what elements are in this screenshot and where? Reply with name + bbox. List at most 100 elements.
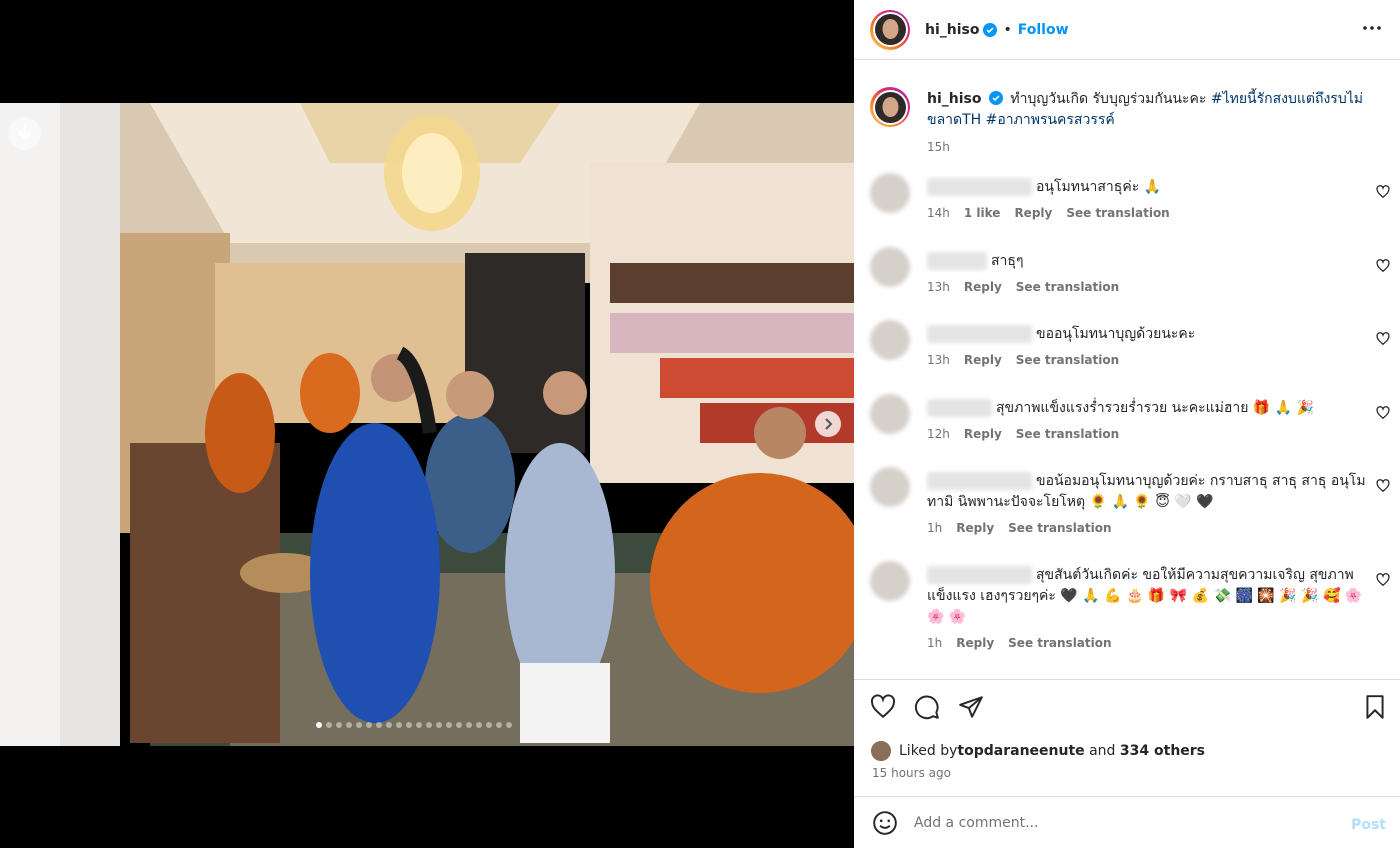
comment-body: อนุโมทนาสาธุค่ะ 🙏 14h 1 like Reply See trans…: [927, 177, 1367, 224]
comment-like-heart-icon[interactable]: [1376, 573, 1390, 587]
reply-button[interactable]: Reply: [956, 636, 994, 650]
see-translation-button[interactable]: See translation: [1016, 353, 1119, 367]
likes-summary: Liked by topdaraneenute and 334 others: [870, 740, 1205, 762]
share-button[interactable]: [958, 694, 984, 720]
carousel-dot: [486, 722, 492, 728]
see-translation-button[interactable]: See translation: [1016, 280, 1119, 294]
chevron-right-icon: [825, 418, 833, 430]
carousel-dot: [416, 722, 422, 728]
carousel-dot: [466, 722, 472, 728]
comment-like-heart-icon[interactable]: [1376, 185, 1390, 199]
author-username[interactable]: hi_hiso: [925, 22, 979, 38]
comment-body: สุขภาพแข็งแรงร่ำรวยร่ำรวย นะคะแม่ฮาย 🎁 🙏…: [927, 398, 1367, 445]
emoji-icon[interactable]: [872, 810, 898, 836]
download-button[interactable]: [8, 117, 41, 150]
commenter-username[interactable]: [927, 325, 1032, 343]
commenter-username[interactable]: [927, 399, 992, 417]
carousel-dot: [366, 722, 372, 728]
comment-meta: 1h Reply See translation: [927, 633, 1367, 654]
carousel-dot: [496, 722, 502, 728]
comment-meta: 1h Reply See translation: [927, 518, 1367, 539]
comment-button[interactable]: [914, 694, 940, 720]
see-translation-button[interactable]: See translation: [1066, 206, 1169, 220]
carousel-dot: [426, 722, 432, 728]
comment-meta: 13h Reply See translation: [927, 277, 1367, 298]
author-avatar[interactable]: [870, 9, 910, 50]
more-options-button[interactable]: [1360, 16, 1384, 40]
carousel-next-button[interactable]: [815, 411, 841, 437]
commenter-username[interactable]: [927, 472, 1032, 490]
carousel-dot: [406, 722, 412, 728]
comment-time: 12h: [927, 427, 950, 441]
comment-body: ขอน้อมอนุโมทนาบุญด้วยค่ะ กราบสาธุ สาธุ ส…: [927, 471, 1367, 539]
comment-text: สาธุๆ: [991, 253, 1024, 269]
commenter-avatar[interactable]: [870, 394, 910, 434]
comment-text: สุขภาพแข็งแรงร่ำรวยร่ำรวย นะคะแม่ฮาย 🎁 🙏…: [996, 400, 1315, 416]
author-avatar-photo: [874, 14, 906, 45]
caption-verified-icon: [988, 91, 1003, 105]
post-header: hi_hiso • Follow: [854, 0, 1400, 60]
comment-like-heart-icon[interactable]: [1376, 332, 1390, 346]
carousel-dot: [476, 722, 482, 728]
post-comment-button[interactable]: Post: [1351, 817, 1386, 833]
commenter-username[interactable]: [927, 252, 987, 270]
caption-avatar-photo: [874, 91, 906, 123]
see-translation-button[interactable]: See translation: [1008, 636, 1111, 650]
see-translation-button[interactable]: See translation: [1008, 521, 1111, 535]
comment-like-heart-icon[interactable]: [1376, 479, 1390, 493]
header-separator: •: [1003, 21, 1012, 38]
comment-input[interactable]: [914, 814, 1314, 831]
reply-button[interactable]: Reply: [964, 353, 1002, 367]
more-dots-icon: [1363, 26, 1381, 30]
action-bar: Liked by topdaraneenute and 334 others 1…: [854, 679, 1400, 796]
carousel-dot: [436, 722, 442, 728]
comments-list[interactable]: hi_hiso ทำบุญวันเกิด รับบุญร่วมกันนะคะ #…: [854, 61, 1400, 678]
comment-body: สาธุๆ 13h Reply See translation: [927, 251, 1367, 298]
comment-text: ขออนุโมทนาบุญด้วยนะคะ: [1036, 326, 1196, 342]
paper-plane-icon: [959, 696, 983, 718]
comment-body: ขออนุโมทนาบุญด้วยนะคะ 13h Reply See transla…: [927, 324, 1367, 371]
comment-like-heart-icon[interactable]: [1376, 259, 1390, 273]
comment-body: สุขสันต์วันเกิดค่ะ ขอให้มีความสุขความเจร…: [927, 565, 1367, 654]
follow-button[interactable]: Follow: [1018, 22, 1069, 38]
reply-button[interactable]: Reply: [956, 521, 994, 535]
carousel-dot: [456, 722, 462, 728]
commenter-avatar[interactable]: [870, 320, 910, 360]
comment-time: 1h: [927, 636, 943, 650]
commenter-avatar[interactable]: [870, 467, 910, 507]
post-timestamp: 15 hours ago: [872, 766, 951, 780]
likes-middle: and: [1084, 743, 1120, 759]
caption-time: 15h: [927, 140, 950, 154]
commenter-avatar[interactable]: [870, 561, 910, 601]
carousel-dot: [506, 722, 512, 728]
instagram-post-viewer: hi_hiso • Follow hi_hiso ทำบุญวันเกิด รั…: [0, 0, 1400, 848]
see-translation-button[interactable]: See translation: [1016, 427, 1119, 441]
download-arrow-icon: [18, 124, 31, 140]
reply-button[interactable]: Reply: [1014, 206, 1052, 220]
carousel-dot: [336, 722, 342, 728]
photo-illustration: [0, 103, 854, 746]
reply-button[interactable]: Reply: [964, 427, 1002, 441]
liker-username[interactable]: topdaraneenute: [957, 743, 1084, 759]
caption-author-avatar[interactable]: [870, 87, 910, 127]
caption-body: ทำบุญวันเกิด รับบุญร่วมกันนะคะ: [1010, 91, 1211, 107]
comment-likes[interactable]: 1 like: [964, 206, 1001, 220]
comment-text: อนุโมทนาสาธุค่ะ 🙏: [1036, 179, 1162, 195]
liker-avatar[interactable]: [870, 740, 892, 762]
reply-button[interactable]: Reply: [964, 280, 1002, 294]
comment-meta: 13h Reply See translation: [927, 350, 1367, 371]
caption-username[interactable]: hi_hiso: [927, 91, 981, 107]
carousel-dot: [376, 722, 382, 728]
likes-others-link[interactable]: 334 others: [1120, 743, 1205, 759]
commenter-username[interactable]: [927, 566, 1032, 584]
comment-like-heart-icon[interactable]: [1376, 406, 1390, 420]
commenter-avatar[interactable]: [870, 247, 910, 287]
comment-meta: 12h Reply See translation: [927, 424, 1367, 445]
commenter-avatar[interactable]: [870, 173, 910, 213]
post-photo[interactable]: [0, 103, 854, 746]
like-button[interactable]: [870, 694, 896, 720]
commenter-username[interactable]: [927, 178, 1032, 196]
save-button[interactable]: [1362, 694, 1388, 720]
comment-meta: 14h 1 like Reply See translation: [927, 203, 1367, 224]
heart-icon: [870, 694, 896, 719]
